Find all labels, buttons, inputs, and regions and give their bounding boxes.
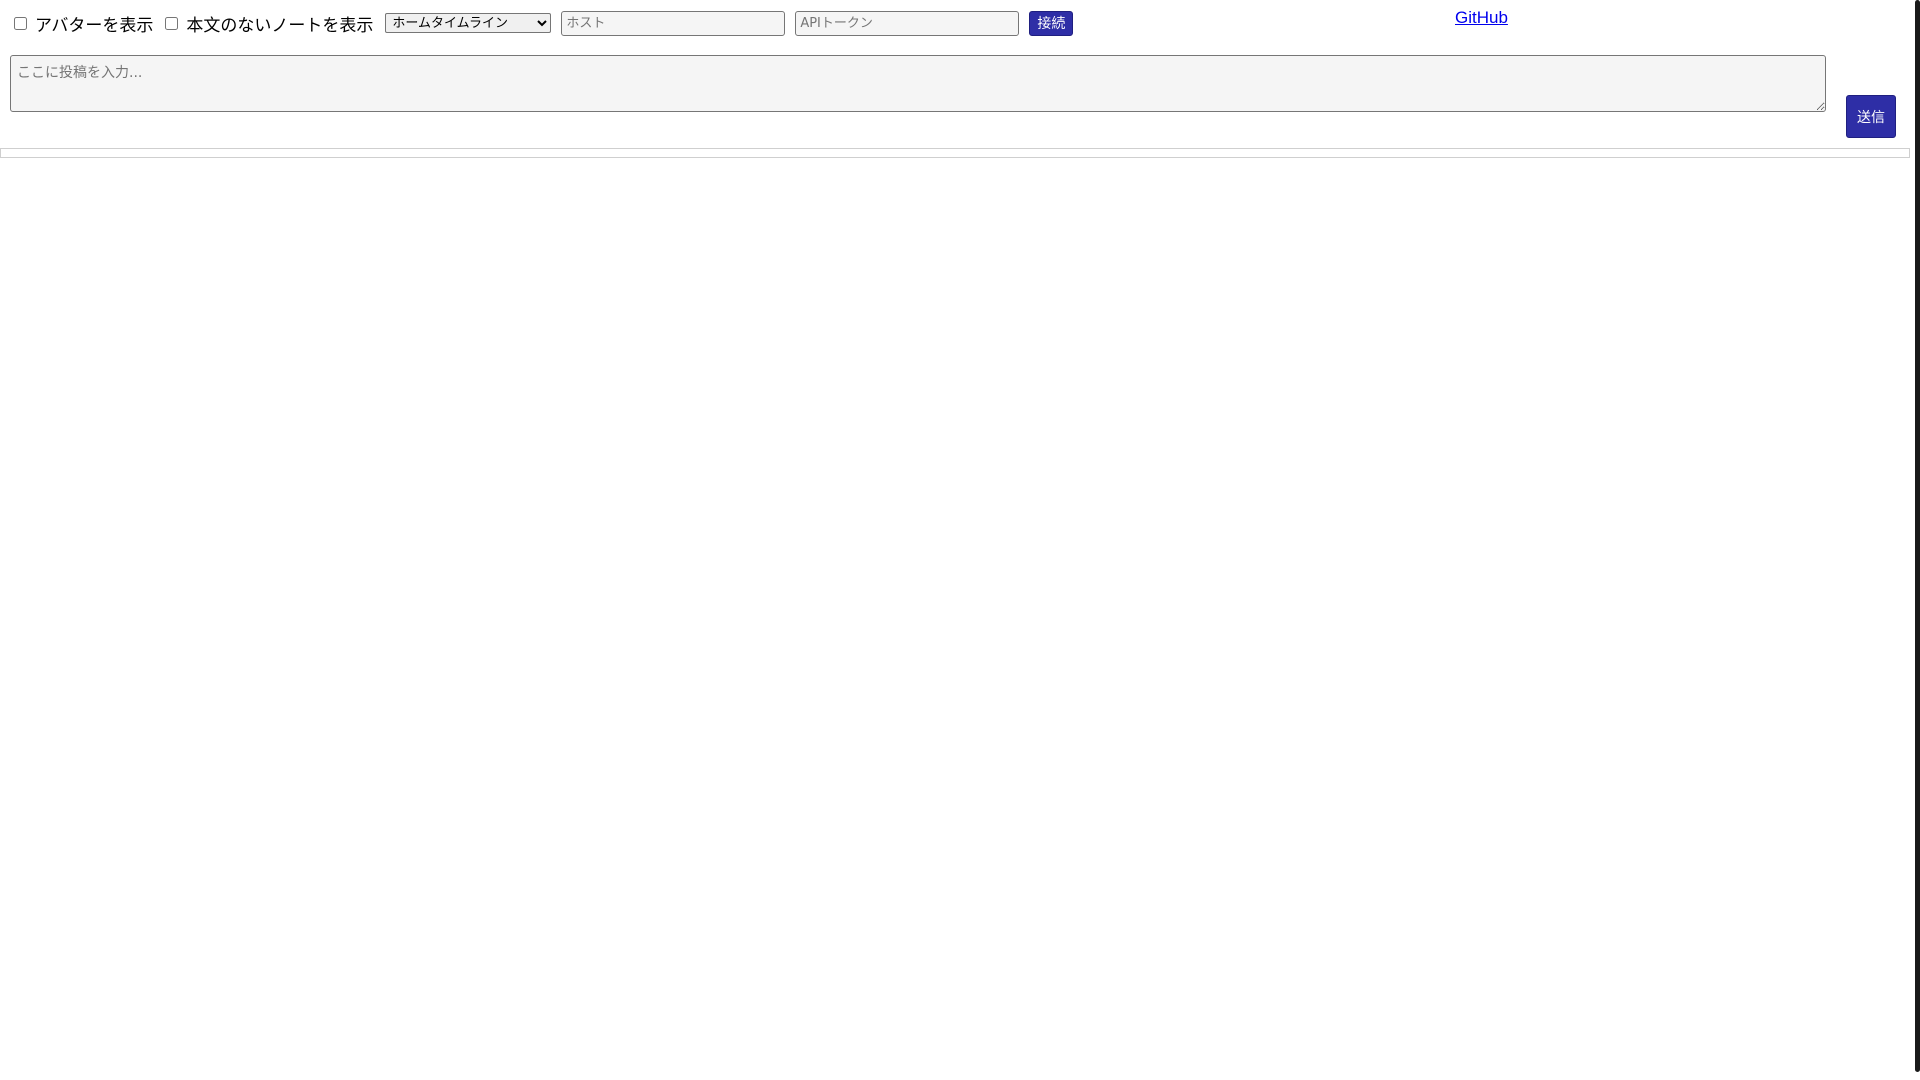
show-avatar-label: アバターを表示 bbox=[35, 15, 154, 36]
page-scrollbar[interactable] bbox=[1915, 0, 1920, 1072]
show-empty-notes-label: 本文のないノートを表示 bbox=[186, 15, 374, 36]
show-empty-notes-option[interactable]: 本文のないノートを表示 bbox=[165, 11, 373, 36]
connect-button[interactable]: 接続 bbox=[1029, 10, 1074, 36]
send-button[interactable]: 送信 bbox=[1846, 95, 1896, 138]
timeline-select[interactable]: ホームタイムライン bbox=[385, 13, 552, 33]
timeline-list bbox=[0, 148, 1910, 158]
show-avatar-option[interactable]: アバターを表示 bbox=[14, 11, 153, 36]
show-empty-notes-checkbox[interactable] bbox=[165, 16, 179, 30]
api-token-input[interactable] bbox=[795, 10, 1020, 36]
app-page: アバターを表示 本文のないノートを表示 ホームタイムライン 接続 GitHub … bbox=[0, 0, 1920, 1080]
github-link[interactable]: GitHub bbox=[1455, 8, 1508, 28]
top-toolbar: アバターを表示 本文のないノートを表示 ホームタイムライン 接続 bbox=[14, 10, 1074, 36]
host-input[interactable] bbox=[561, 10, 786, 36]
show-avatar-checkbox[interactable] bbox=[14, 16, 27, 30]
post-input[interactable] bbox=[10, 55, 1826, 112]
